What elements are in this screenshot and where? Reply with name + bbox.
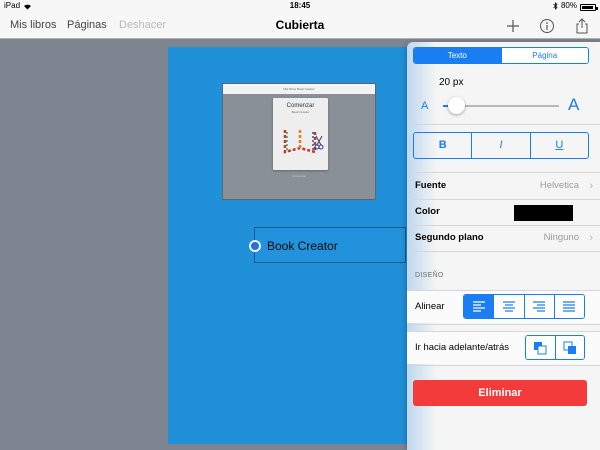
bring-forward-icon[interactable]: [554, 336, 584, 359]
background-value: Ninguno: [543, 232, 579, 243]
thumbnail-caption: Comenzar: [292, 174, 306, 178]
align-right-icon[interactable]: [523, 295, 554, 318]
my-books-button[interactable]: Mis libros: [10, 12, 56, 39]
slider-max-label: A: [568, 95, 580, 114]
thumbnail-book-title: Comenzar: [286, 103, 315, 109]
book-page-canvas[interactable]: Mis libros Book Creator Comenzar Book Cr…: [168, 47, 416, 444]
delete-button[interactable]: Eliminar: [413, 380, 587, 406]
thumbnail-book: Comenzar Book Creator: [273, 98, 328, 170]
bluetooth-icon: [553, 2, 558, 10]
bold-button[interactable]: B: [414, 133, 471, 158]
layer-order-label: Ir hacia adelante/atrás: [415, 342, 510, 353]
info-icon[interactable]: [537, 16, 557, 36]
align-button-group: [463, 294, 585, 319]
thumbnail-book-subtitle: Book Creator: [291, 110, 310, 114]
battery-icon: [580, 3, 598, 11]
thumbnail-topbar: Mis libros Book Creator: [223, 84, 375, 94]
layer-order-row: Ir hacia adelante/atrás: [407, 332, 600, 364]
divider: [407, 251, 600, 252]
align-left-icon[interactable]: [464, 295, 494, 318]
divider: [407, 365, 600, 366]
divider: [407, 324, 600, 325]
tab-text[interactable]: Texto: [414, 48, 501, 63]
tab-page[interactable]: Página: [500, 48, 588, 63]
book-logo-icon: [283, 130, 324, 154]
section-design-header: DISEÑO: [415, 272, 444, 279]
underline-button[interactable]: U: [529, 133, 588, 158]
inspector-tabs: Texto Página: [413, 47, 589, 64]
font-size-slider[interactable]: A A: [407, 92, 600, 122]
color-label: Color: [415, 206, 440, 217]
align-label: Alinear: [415, 301, 445, 312]
chevron-right-icon: ›: [589, 180, 593, 192]
pages-button[interactable]: Páginas: [67, 12, 107, 39]
inspector-popover: Texto Página 20 px A A B I U Fuente Helv…: [407, 42, 600, 450]
status-time: 18:45: [289, 1, 311, 10]
italic-button[interactable]: I: [471, 133, 529, 158]
status-bar: iPad 18:45 80%: [0, 0, 600, 12]
undo-button[interactable]: Deshacer: [119, 12, 166, 39]
cover-image[interactable]: Mis libros Book Creator Comenzar Book Cr…: [222, 83, 376, 200]
color-row[interactable]: Color: [407, 199, 600, 225]
send-backward-icon[interactable]: [526, 336, 555, 359]
align-row: Alinear: [407, 291, 600, 323]
background-row[interactable]: Segundo plano Ninguno ›: [407, 225, 600, 251]
font-size-label: 20 px: [439, 77, 464, 88]
justify-icon[interactable]: [553, 295, 584, 318]
font-value: Helvetica: [539, 180, 579, 191]
slider-min-label: A: [421, 100, 429, 112]
slider-thumb[interactable]: [448, 97, 466, 114]
color-swatch[interactable]: [514, 205, 573, 221]
resize-handle[interactable]: [249, 240, 261, 252]
text-box-content[interactable]: Book Creator: [267, 228, 338, 264]
text-box[interactable]: Book Creator: [249, 227, 406, 264]
battery-percent: 80%: [560, 1, 577, 10]
layer-order-buttons: [525, 335, 585, 360]
text-style-buttons: B I U: [413, 132, 589, 159]
navigation-bar: Mis libros Páginas Deshacer Cubierta: [0, 12, 600, 39]
background-label: Segundo plano: [415, 232, 484, 243]
chevron-right-icon: ›: [589, 232, 593, 244]
divider: [407, 124, 600, 125]
share-icon[interactable]: [572, 16, 592, 36]
font-label: Fuente: [415, 180, 447, 191]
align-center-icon[interactable]: [493, 295, 524, 318]
plus-icon[interactable]: [503, 16, 523, 36]
font-row[interactable]: Fuente Helvetica ›: [407, 173, 600, 199]
